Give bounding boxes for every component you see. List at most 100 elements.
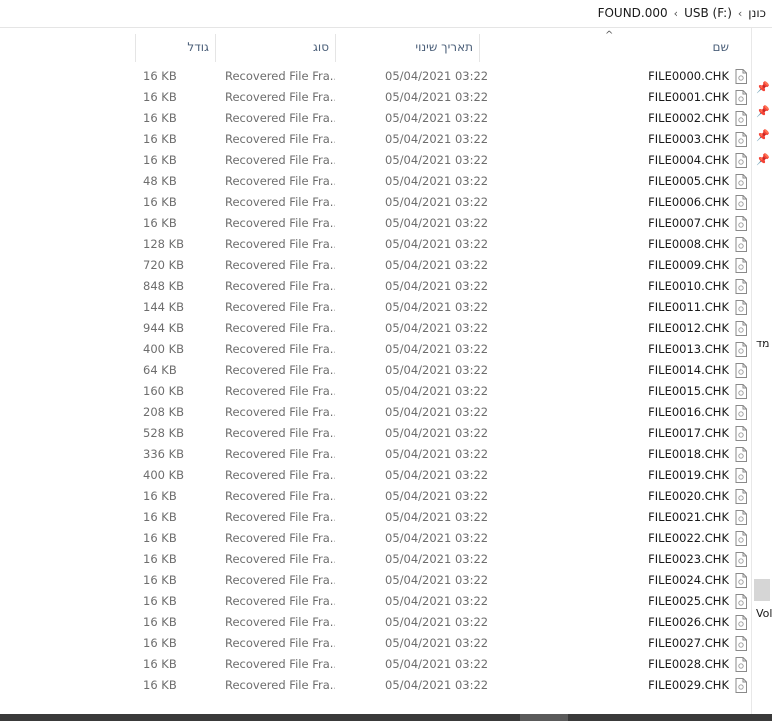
file-row[interactable]: 16 KB Recovered File Fra... 05/04/2021 03:… — [135, 150, 749, 171]
file-type: Recovered File Fra... — [225, 468, 335, 482]
file-date: 05/04/2021 03:22 — [385, 594, 489, 608]
pin-icon[interactable]: 📌 — [756, 153, 770, 166]
column-type[interactable]: סוג — [216, 34, 335, 62]
file-row[interactable]: 944 KB Recovered File Fra... 05/04/2021 03… — [135, 318, 749, 339]
file-name: FILE0023.CHK — [648, 552, 729, 566]
file-row[interactable]: 400 KB Recovered File Fra... 05/04/2021 03… — [135, 339, 749, 360]
file-row[interactable]: 48 KB Recovered File Fra... 05/04/2021 03:… — [135, 171, 749, 192]
file-date: 05/04/2021 03:22 — [385, 468, 489, 482]
file-name: FILE0011.CHK — [648, 300, 729, 314]
file-type: Recovered File Fra... — [225, 615, 335, 629]
file-row[interactable]: 336 KB Recovered File Fra... 05/04/2021 03… — [135, 444, 749, 465]
file-type: Recovered File Fra... — [225, 111, 335, 125]
file-date: 05/04/2021 03:22 — [385, 531, 489, 545]
file-name: FILE0001.CHK — [648, 90, 729, 104]
address-bar[interactable]: כונן ‹ USB (F:) ‹ FOUND.000 — [0, 0, 772, 28]
column-header: גודל סוג תאריך שינוי שם ^ — [135, 30, 749, 62]
file-name: FILE0025.CHK — [648, 594, 729, 608]
file-type: Recovered File Fra... — [225, 573, 335, 587]
file-size: 144 KB — [143, 300, 185, 314]
file-row[interactable]: 16 KB Recovered File Fra... 05/04/2021 03:… — [135, 570, 749, 591]
file-size: 16 KB — [143, 678, 177, 692]
file-size: 944 KB — [143, 321, 185, 335]
file-row[interactable]: 16 KB Recovered File Fra... 05/04/2021 03:… — [135, 486, 749, 507]
file-row[interactable]: 64 KB Recovered File Fra... 05/04/2021 03:… — [135, 360, 749, 381]
nav-item-label[interactable]: מד — [756, 337, 769, 350]
file-size: 16 KB — [143, 657, 177, 671]
file-name: FILE0007.CHK — [648, 216, 729, 230]
file-type: Recovered File Fra... — [225, 258, 335, 272]
file-row[interactable]: 144 KB Recovered File Fra... 05/04/2021 03… — [135, 297, 749, 318]
file-row[interactable]: 160 KB Recovered File Fra... 05/04/2021 03… — [135, 381, 749, 402]
file-size: 720 KB — [143, 258, 185, 272]
file-type: Recovered File Fra... — [225, 447, 335, 461]
file-size: 16 KB — [143, 636, 177, 650]
file-row[interactable]: 16 KB Recovered File Fra... 05/04/2021 03:… — [135, 612, 749, 633]
file-type: Recovered File Fra... — [225, 678, 335, 692]
file-row[interactable]: 16 KB Recovered File Fra... 05/04/2021 03:… — [135, 654, 749, 675]
file-date: 05/04/2021 03:22 — [385, 510, 489, 524]
file-name: FILE0004.CHK — [648, 153, 729, 167]
file-row[interactable]: 16 KB Recovered File Fra... 05/04/2021 03:… — [135, 129, 749, 150]
file-name: FILE0016.CHK — [648, 405, 729, 419]
chevron-left-icon: ‹ — [737, 6, 743, 20]
file-row[interactable]: 16 KB Recovered File Fra... 05/04/2021 03:… — [135, 66, 749, 87]
file-date: 05/04/2021 03:22 — [385, 132, 489, 146]
file-size: 16 KB — [143, 615, 177, 629]
file-row[interactable]: 16 KB Recovered File Fra... 05/04/2021 03:… — [135, 528, 749, 549]
file-date: 05/04/2021 03:22 — [385, 342, 489, 356]
file-size: 16 KB — [143, 552, 177, 566]
file-row[interactable]: 128 KB Recovered File Fra... 05/04/2021 03… — [135, 234, 749, 255]
file-list: 16 KB Recovered File Fra... 05/04/2021 03:… — [135, 66, 749, 696]
file-date: 05/04/2021 03:22 — [385, 321, 489, 335]
file-row[interactable]: 528 KB Recovered File Fra... 05/04/2021 03… — [135, 423, 749, 444]
file-row[interactable]: 848 KB Recovered File Fra... 05/04/2021 03… — [135, 276, 749, 297]
file-size: 16 KB — [143, 594, 177, 608]
file-date: 05/04/2021 03:22 — [385, 237, 489, 251]
file-row[interactable]: 16 KB Recovered File Fra... 05/04/2021 03:… — [135, 591, 749, 612]
file-type: Recovered File Fra... — [225, 426, 335, 440]
file-row[interactable]: 16 KB Recovered File Fra... 05/04/2021 03:… — [135, 675, 749, 696]
file-size: 16 KB — [143, 90, 177, 104]
pin-icon[interactable]: 📌 — [756, 81, 770, 94]
file-size: 160 KB — [143, 384, 185, 398]
file-type: Recovered File Fra... — [225, 132, 335, 146]
taskbar-item[interactable] — [520, 714, 568, 721]
file-row[interactable]: 16 KB Recovered File Fra... 05/04/2021 03:… — [135, 108, 749, 129]
file-size: 64 KB — [143, 363, 177, 377]
file-row[interactable]: 16 KB Recovered File Fra... 05/04/2021 03:… — [135, 192, 749, 213]
file-row[interactable]: 16 KB Recovered File Fra... 05/04/2021 03:… — [135, 549, 749, 570]
file-row[interactable]: 16 KB Recovered File Fra... 05/04/2021 03:… — [135, 87, 749, 108]
file-date: 05/04/2021 03:22 — [385, 384, 489, 398]
file-size: 128 KB — [143, 237, 185, 251]
nav-selected-item[interactable] — [754, 579, 770, 601]
file-type: Recovered File Fra... — [225, 531, 335, 545]
file-size: 16 KB — [143, 111, 177, 125]
pin-icon[interactable]: 📌 — [756, 105, 770, 118]
file-name: FILE0021.CHK — [648, 510, 729, 524]
pin-icon[interactable]: 📌 — [756, 129, 770, 142]
file-date: 05/04/2021 03:22 — [385, 615, 489, 629]
file-row[interactable]: 400 KB Recovered File Fra... 05/04/2021 03… — [135, 465, 749, 486]
column-size[interactable]: גודל — [135, 34, 215, 62]
nav-item-volume[interactable]: Volu — [756, 607, 772, 620]
file-type: Recovered File Fra... — [225, 342, 335, 356]
breadcrumb-found[interactable]: FOUND.000 — [598, 6, 668, 20]
file-date: 05/04/2021 03:22 — [385, 279, 489, 293]
file-date: 05/04/2021 03:22 — [385, 657, 489, 671]
breadcrumb-usb[interactable]: USB (F:) — [684, 6, 732, 20]
file-row[interactable]: 16 KB Recovered File Fra... 05/04/2021 03:… — [135, 213, 749, 234]
file-name: FILE0009.CHK — [648, 258, 729, 272]
file-size: 16 KB — [143, 489, 177, 503]
file-type: Recovered File Fra... — [225, 636, 335, 650]
file-row[interactable]: 16 KB Recovered File Fra... 05/04/2021 03:… — [135, 507, 749, 528]
file-size: 208 KB — [143, 405, 185, 419]
column-date[interactable]: תאריך שינוי — [336, 34, 479, 62]
breadcrumb-drive-label[interactable]: כונן — [748, 6, 766, 20]
file-row[interactable]: 16 KB Recovered File Fra... 05/04/2021 03:… — [135, 633, 749, 654]
file-date: 05/04/2021 03:22 — [385, 69, 489, 83]
file-date: 05/04/2021 03:22 — [385, 447, 489, 461]
file-type: Recovered File Fra... — [225, 279, 335, 293]
file-row[interactable]: 208 KB Recovered File Fra... 05/04/2021 03… — [135, 402, 749, 423]
file-row[interactable]: 720 KB Recovered File Fra... 05/04/2021 03… — [135, 255, 749, 276]
